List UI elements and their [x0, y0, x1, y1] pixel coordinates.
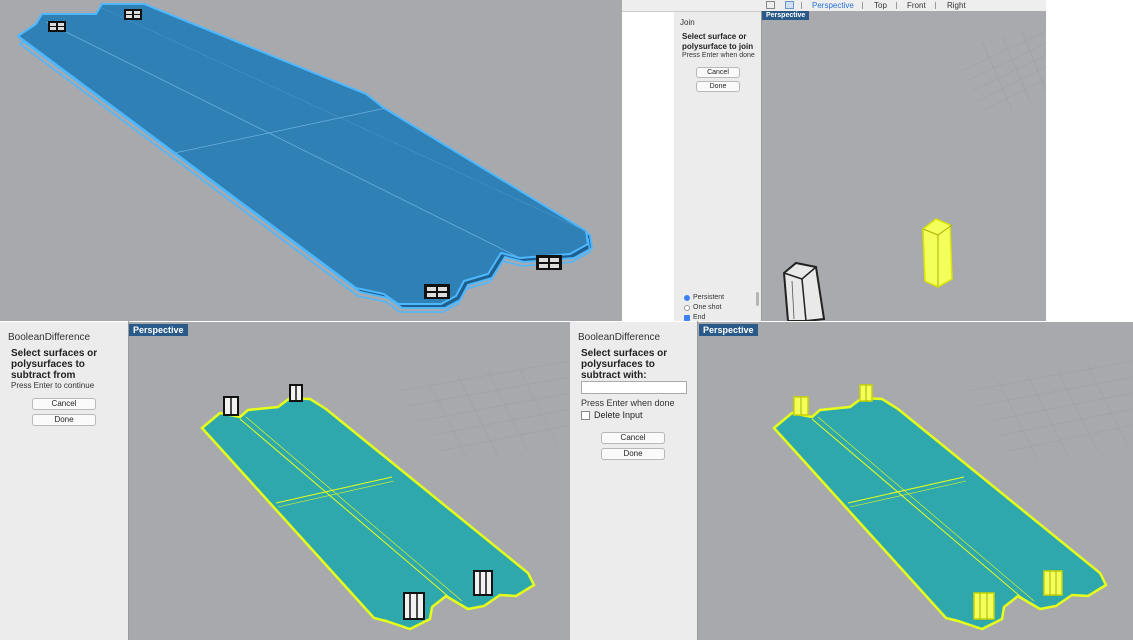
column-block-icon	[473, 570, 493, 596]
window-block-icon	[424, 284, 450, 299]
blue-plate-model[interactable]	[0, 0, 622, 321]
selected-column[interactable]	[922, 218, 953, 288]
object-input[interactable]	[581, 381, 687, 394]
single-view-icon[interactable]	[785, 1, 794, 9]
panel-divider	[697, 321, 698, 640]
window-block-icon	[48, 21, 66, 32]
done-button[interactable]: Done	[32, 414, 96, 426]
command-title: BooleanDifference	[8, 332, 91, 343]
panel-divider	[0, 321, 1133, 322]
selected-column-icon[interactable]	[973, 592, 995, 620]
cancel-button[interactable]: Cancel	[32, 398, 96, 410]
join-scene[interactable]	[762, 11, 1046, 321]
viewport-top-left[interactable]	[0, 0, 622, 321]
command-hint: Press Enter when done	[581, 398, 675, 408]
separator	[801, 2, 802, 9]
viewport-perspective-bool-with[interactable]: Perspective	[698, 321, 1133, 640]
tab-top[interactable]: Top	[874, 0, 887, 11]
selected-column-icon[interactable]	[1043, 570, 1063, 596]
column-block-icon	[223, 396, 239, 416]
delete-input-label: Delete Input	[594, 410, 643, 420]
tab-front[interactable]: Front	[907, 0, 926, 11]
column-block-icon	[289, 384, 303, 402]
command-hint: Press Enter to continue	[11, 381, 95, 390]
viewport-perspective-join[interactable]: Perspective	[762, 11, 1046, 321]
selected-column-icon[interactable]	[793, 396, 809, 416]
command-panel-boolean-from: BooleanDifference Select surfaces or pol…	[0, 321, 128, 640]
selected-column-icon[interactable]	[859, 384, 873, 402]
tab-right[interactable]: Right	[947, 0, 966, 11]
separator	[935, 2, 936, 9]
command-panel-boolean-with: BooleanDifference Select surfaces or pol…	[570, 321, 698, 640]
panel-divider	[128, 321, 129, 640]
window-block-icon	[124, 9, 142, 20]
viewport-perspective-bool-from[interactable]: Perspective	[128, 321, 570, 640]
panel-divider	[761, 11, 762, 321]
column-block-icon	[403, 592, 425, 620]
command-prompt: Select surfaces or polysurfaces to subtr…	[11, 348, 98, 381]
window-block-icon	[536, 255, 562, 270]
done-button[interactable]: Done	[601, 448, 665, 460]
bool-from-scene[interactable]	[128, 321, 570, 640]
tab-perspective[interactable]: Perspective	[812, 0, 854, 11]
bool-with-scene[interactable]	[698, 321, 1133, 640]
command-title: BooleanDifference	[578, 332, 661, 343]
command-prompt: Select surfaces or polysurfaces to subtr…	[581, 348, 668, 381]
grid-view-icon[interactable]	[766, 1, 775, 9]
separator	[896, 2, 897, 9]
join-column[interactable]	[782, 261, 826, 321]
cancel-button[interactable]: Cancel	[601, 432, 665, 444]
separator	[862, 2, 863, 9]
delete-input-checkbox[interactable]	[581, 411, 590, 420]
